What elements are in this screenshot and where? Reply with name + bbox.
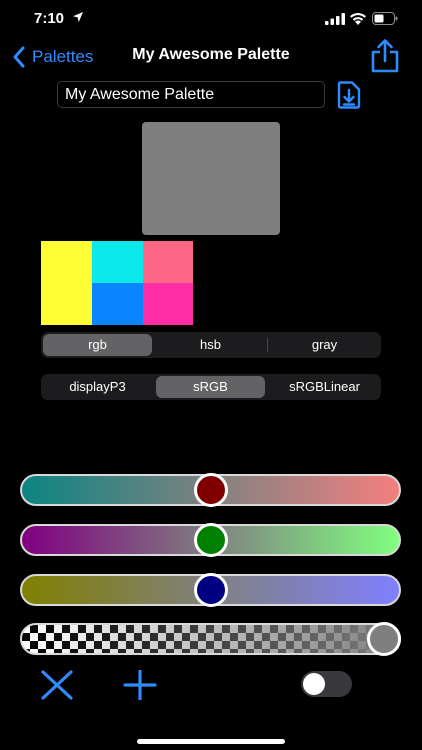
alpha-channel-slider[interactable] (20, 623, 401, 655)
toggle-knob (303, 673, 325, 695)
share-icon[interactable] (369, 39, 401, 73)
palette-swatch-cyan[interactable] (92, 241, 143, 283)
selected-color-swatch[interactable] (142, 122, 280, 235)
palette-swatch-yellow[interactable] (41, 241, 92, 325)
palette-swatch-blue[interactable] (92, 283, 143, 325)
segment-divider (267, 338, 268, 352)
cellular-signal-icon (325, 13, 345, 25)
segment-srgb[interactable]: sRGB (156, 376, 265, 398)
location-arrow-icon (73, 12, 83, 22)
palette-swatch-pink[interactable] (143, 241, 193, 283)
toggle-switch[interactable] (301, 671, 352, 697)
palette-grid (41, 241, 193, 325)
plus-icon[interactable] (123, 670, 157, 700)
status-bar: 7:10 (0, 0, 422, 36)
status-time: 7:10 (34, 10, 65, 27)
segment-displayp3[interactable]: displayP3 (43, 376, 152, 398)
palette-name-input[interactable] (57, 81, 325, 108)
alpha-slider-thumb[interactable] (367, 622, 401, 656)
alpha-gradient-overlay (22, 625, 399, 653)
segment-hsb[interactable]: hsb (156, 334, 265, 356)
blue-slider-thumb[interactable] (193, 573, 228, 607)
segment-rgb[interactable]: rgb (43, 334, 152, 356)
segment-gray[interactable]: gray (270, 334, 379, 356)
battery-icon (372, 12, 398, 25)
red-slider-thumb[interactable] (193, 473, 228, 507)
green-slider-thumb[interactable] (193, 523, 228, 557)
import-file-icon[interactable] (336, 81, 362, 109)
color-space-segmented-control: displayP3 sRGB sRGBLinear (41, 374, 381, 400)
wifi-icon (350, 13, 366, 25)
page-title: My Awesome Palette (132, 46, 290, 63)
close-icon[interactable] (40, 670, 74, 700)
segment-srgblinear[interactable]: sRGBLinear (270, 376, 379, 398)
home-indicator (137, 739, 285, 744)
palette-swatch-magenta[interactable] (143, 283, 193, 325)
color-model-segmented-control: rgb hsb gray (41, 332, 381, 358)
